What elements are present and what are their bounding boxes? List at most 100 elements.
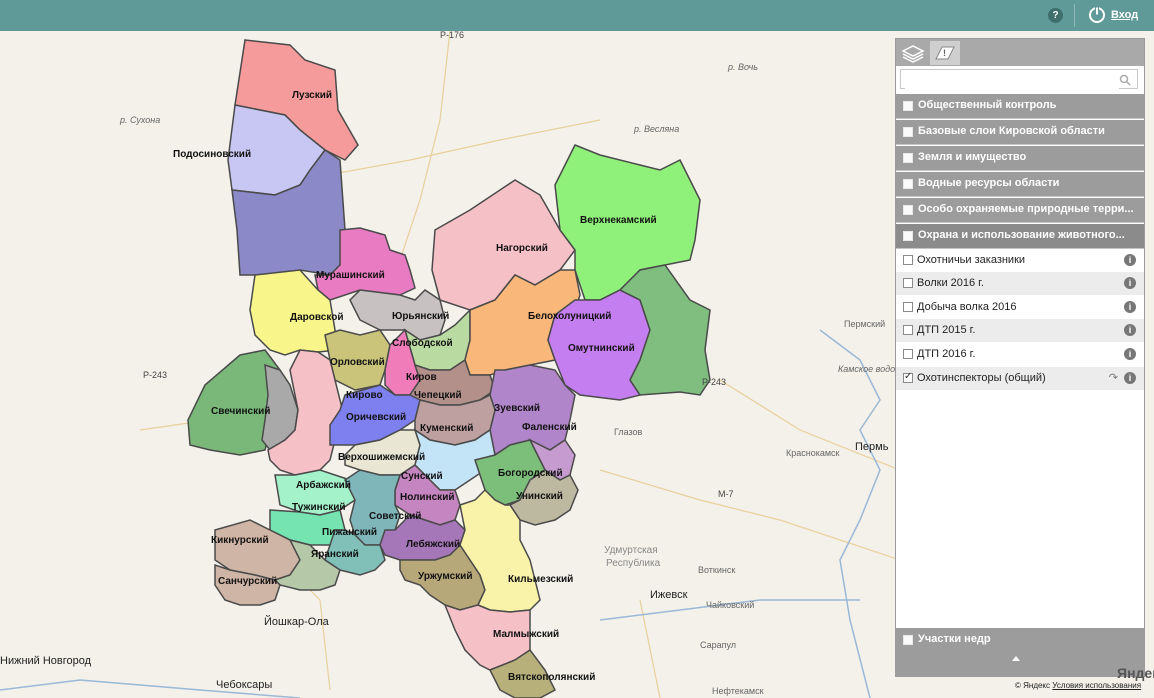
category-label: Охрана и использование животного... xyxy=(918,229,1125,241)
info-icon[interactable]: i xyxy=(1124,277,1136,289)
label-river-vesliana: р. Весляна xyxy=(633,124,679,134)
label-verkhoshizhemsky: Верхошижемский xyxy=(338,452,425,463)
label-kirov: Киров xyxy=(406,372,437,383)
category-label: Особо охраняемые природные терри... xyxy=(918,203,1134,215)
category-checkbox[interactable] xyxy=(903,635,913,645)
layer-checkbox[interactable] xyxy=(903,371,913,383)
layer-checkbox[interactable] xyxy=(903,325,913,335)
label-permsky: Пермский xyxy=(844,319,885,329)
label-glazov: Глазов xyxy=(614,427,643,437)
label-sunsky: Сунский xyxy=(401,471,443,482)
label-road-m7: М-7 xyxy=(718,489,734,499)
panel-collapse-bar[interactable] xyxy=(896,652,1144,676)
redo-arrow-icon[interactable]: ↷ xyxy=(1109,371,1118,384)
layer-checkbox[interactable] xyxy=(903,349,913,359)
power-icon[interactable] xyxy=(1088,6,1106,24)
label-urzhumsky: Уржумский xyxy=(418,571,472,582)
label-nizhny-novgorod: Нижний Новгород xyxy=(0,655,92,667)
label-falensky: Фаленский xyxy=(522,422,577,433)
category-subsoil-plots[interactable]: Участки недр xyxy=(896,628,1144,653)
label-river-voch: р. Вочь xyxy=(727,62,758,72)
category-checkbox[interactable] xyxy=(903,179,913,189)
login-link[interactable]: Вход xyxy=(1111,9,1138,21)
layer-label: Охотничьи заказники xyxy=(917,254,1026,266)
label-tuzhinsky: Тужинский xyxy=(292,502,346,513)
category-water-resources[interactable]: Водные ресурсы области xyxy=(896,172,1144,197)
label-uninsky: Унинский xyxy=(516,491,563,502)
label-republic: Республика xyxy=(606,557,661,569)
label-kumensky: Куменский xyxy=(420,423,473,434)
layer-label: Волки 2016 г. xyxy=(917,277,984,289)
category-checkbox[interactable] xyxy=(903,127,913,137)
label-arbazhsky: Арбажский xyxy=(296,479,351,491)
layer-game-wardens[interactable]: Охотинспекторы (общий) ↷ i xyxy=(896,367,1144,390)
category-public-control[interactable]: Общественный контроль xyxy=(896,94,1144,119)
layer-checkbox[interactable] xyxy=(903,278,913,288)
layer-search-field[interactable] xyxy=(900,69,1138,89)
label-yuryansky: Юрьянский xyxy=(392,311,449,322)
layer-dtp-2015[interactable]: ДТП 2015 г. i xyxy=(896,319,1144,342)
layer-label: Добыча волка 2016 xyxy=(917,301,1017,313)
label-votkinsk: Воткинск xyxy=(698,565,735,575)
category-land-property[interactable]: Земля и имущество xyxy=(896,146,1144,171)
info-icon[interactable]: i xyxy=(1124,348,1136,360)
layer-label: ДТП 2015 г. xyxy=(917,324,976,336)
chevron-up-icon[interactable] xyxy=(1012,656,1020,661)
tab-legend[interactable]: ! xyxy=(930,41,960,65)
label-nolinsky: Нолинский xyxy=(400,492,454,503)
label-sanchursky: Санчурский xyxy=(218,576,277,587)
layer-wolf-hunting-2016[interactable]: Добыча волка 2016 i xyxy=(896,296,1144,319)
label-kiknursky: Кикнурский xyxy=(211,535,269,546)
label-road-r243: Р-243 xyxy=(702,377,726,387)
info-icon[interactable]: i xyxy=(1124,254,1136,266)
label-cheboksary: Чебоксары xyxy=(216,679,272,691)
search-icon[interactable] xyxy=(1119,74,1131,86)
label-belokholunitsky: Белохолуницкий xyxy=(528,311,611,322)
label-kirovo: Кирово xyxy=(346,390,383,401)
tab-layers[interactable] xyxy=(898,41,928,65)
category-checkbox[interactable] xyxy=(903,101,913,111)
label-murashinsky: Мурашинский xyxy=(316,270,385,281)
label-omutninsky: Омутнинский xyxy=(568,343,635,354)
terms-link[interactable]: Условия использования xyxy=(1052,681,1141,690)
label-pizhansky: Пижанский xyxy=(322,527,377,538)
label-krasnokamsk: Краснокамск xyxy=(786,448,840,458)
layer-search-input[interactable] xyxy=(905,71,1119,89)
label-sarapul: Сарапул xyxy=(700,640,736,650)
category-checkbox[interactable] xyxy=(903,205,913,215)
label-malmyzhsky: Малмыжский xyxy=(493,629,559,640)
map-legend-icon: ! xyxy=(935,46,955,60)
layer-checkbox[interactable] xyxy=(903,255,913,265)
layer-label: ДТП 2016 г. xyxy=(917,348,976,360)
top-bar: ? Вход xyxy=(0,0,1154,31)
category-base-layers[interactable]: Базовые слои Кировской области xyxy=(896,120,1144,145)
category-wildlife[interactable]: Охрана и использование животного... xyxy=(896,224,1144,249)
layer-hunting-reserves[interactable]: Охотничьи заказники i xyxy=(896,249,1144,272)
label-slobodskoy: Слободской xyxy=(392,337,453,349)
label-orlovsky: Орловский xyxy=(330,357,385,368)
category-protected-areas[interactable]: Особо охраняемые природные терри... xyxy=(896,198,1144,223)
category-checkbox[interactable] xyxy=(903,153,913,163)
info-icon[interactable]: i xyxy=(1124,324,1136,336)
label-vyatskopolyansky: Вятскополянский xyxy=(508,672,595,683)
layers-icon xyxy=(901,45,925,63)
label-bogorodsky: Богородский xyxy=(498,468,563,479)
label-yaransky: Яранский xyxy=(311,549,359,560)
label-zuevsky: Зуевский xyxy=(494,403,540,414)
layer-wolves-2016[interactable]: Волки 2016 г. i xyxy=(896,272,1144,295)
map-copyright: © Яндекс Условия использования xyxy=(1015,681,1141,690)
layer-checkbox[interactable] xyxy=(903,302,913,312)
category-checkbox[interactable] xyxy=(903,231,913,241)
label-udmurtia: Удмуртская xyxy=(604,545,658,556)
info-icon[interactable]: i xyxy=(1124,372,1136,384)
label-road-r243-west: Р-243 xyxy=(143,370,167,380)
help-icon[interactable]: ? xyxy=(1048,8,1063,23)
label-darovskoy: Даровской xyxy=(290,312,344,323)
label-chaykovsky: Чайковский xyxy=(706,600,754,610)
label-luzsky: Лузский xyxy=(292,90,332,101)
info-icon[interactable]: i xyxy=(1124,301,1136,313)
label-izhevsk: Ижевск xyxy=(650,589,688,601)
layer-dtp-2016[interactable]: ДТП 2016 г. i xyxy=(896,343,1144,366)
svg-text:!: ! xyxy=(943,48,946,58)
label-chepetsky: Чепецкий xyxy=(414,390,462,401)
